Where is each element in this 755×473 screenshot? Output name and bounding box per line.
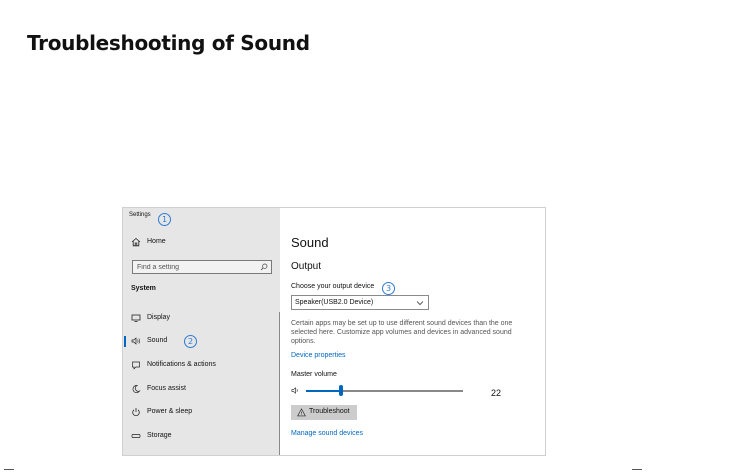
troubleshoot-label: Troubleshoot	[309, 408, 350, 415]
sidebar-item-label: Sound	[147, 337, 168, 344]
chevron-down-icon	[416, 301, 424, 306]
sidebar-item-home[interactable]: Home	[123, 235, 279, 251]
marker-2: 2	[184, 335, 197, 348]
sidebar-item-label: Display	[147, 314, 170, 321]
sidebar-item-notifications[interactable]: Notifications & actions	[123, 358, 279, 374]
speaker-icon	[131, 337, 140, 345]
page-title: Sound	[291, 235, 329, 250]
volume-slider-thumb[interactable]	[338, 385, 343, 396]
footer-mark-right	[632, 469, 642, 470]
warning-icon	[297, 408, 306, 417]
search-setting-field[interactable]	[132, 260, 272, 274]
settings-sidebar: Settings 1 Home System Display	[123, 208, 280, 455]
volume-value: 22	[491, 388, 502, 398]
volume-slider-fill	[306, 390, 341, 392]
notification-icon	[132, 361, 140, 370]
device-description: Certain apps may be set up to use differ…	[291, 320, 513, 345]
device-properties-link[interactable]: Device properties	[291, 352, 345, 359]
marker-1: 1	[158, 213, 171, 226]
sound-settings-panel: Sound Output Choose your output device 3…	[280, 208, 545, 455]
search-icon	[260, 263, 268, 271]
master-volume-label: Master volume	[291, 371, 337, 378]
power-icon	[132, 408, 140, 417]
moon-icon	[132, 385, 141, 393]
sidebar-item-label: Power & sleep	[147, 408, 193, 415]
footer-mark-left	[4, 469, 14, 470]
manage-sound-devices-link[interactable]: Manage sound devices	[291, 430, 363, 437]
selected-device: Speaker(USB2.0 Device)	[295, 299, 374, 306]
sidebar-item-label: Storage	[147, 432, 172, 439]
sidebar-item-power-sleep[interactable]: Power & sleep	[123, 405, 279, 421]
monitor-icon	[131, 314, 141, 322]
volume-icon[interactable]	[291, 386, 300, 395]
home-icon	[131, 237, 141, 247]
output-device-dropdown[interactable]: Speaker(USB2.0 Device)	[291, 295, 429, 310]
settings-window: Settings 1 Home System Display	[122, 207, 546, 456]
app-title: Settings	[129, 212, 151, 218]
search-input[interactable]	[137, 262, 255, 272]
output-heading: Output	[291, 261, 322, 272]
sidebar-item-label: Notifications & actions	[147, 361, 216, 368]
sidebar-item-label: Home	[147, 238, 166, 245]
storage-icon	[131, 434, 141, 438]
choose-device-label: Choose your output device	[291, 283, 375, 290]
sidebar-item-display[interactable]: Display	[123, 311, 279, 327]
sidebar-section-system: System	[131, 285, 156, 292]
sidebar-item-focus-assist[interactable]: Focus assist	[123, 382, 279, 398]
troubleshoot-button[interactable]: Troubleshoot	[291, 405, 357, 420]
sidebar-item-label: Focus assist	[147, 385, 186, 392]
sidebar-item-storage[interactable]: Storage	[123, 429, 279, 445]
marker-3: 3	[382, 282, 395, 295]
selection-indicator	[124, 336, 126, 347]
document-title: Troubleshooting of Sound	[27, 31, 310, 55]
sidebar-item-sound[interactable]: Sound	[123, 334, 279, 350]
